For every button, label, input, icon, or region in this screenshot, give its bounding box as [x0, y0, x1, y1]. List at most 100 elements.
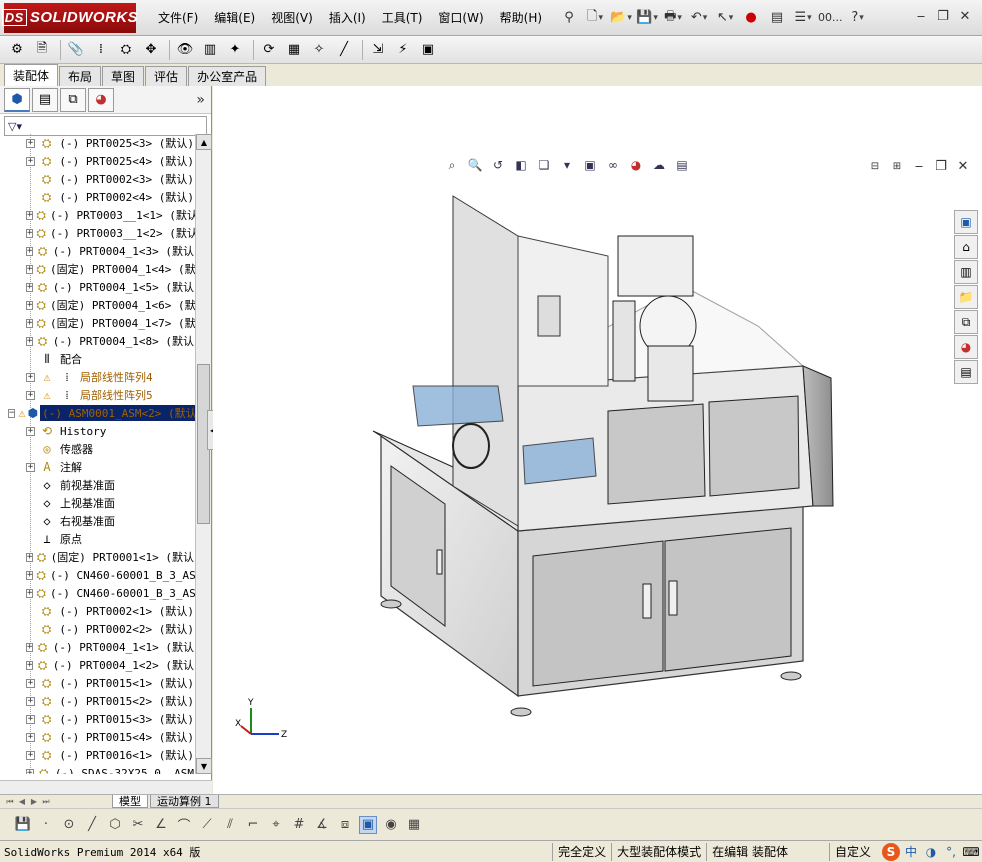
ime-halfwidth-icon[interactable]: ◑: [922, 843, 940, 861]
expand-toggle-icon[interactable]: +: [26, 678, 35, 688]
appearances-icon[interactable]: ◕: [954, 335, 978, 359]
point-icon[interactable]: ·: [37, 816, 55, 834]
tree-node[interactable]: + ⛭ (-) PRT0004_1<3> (默认: [0, 242, 196, 260]
expand-toggle-icon[interactable]: +: [26, 462, 35, 472]
open-folder-icon[interactable]: 📂: [610, 7, 632, 29]
insert-component-icon[interactable]: ⚙: [6, 39, 28, 61]
menu-help[interactable]: 帮助(H): [492, 0, 550, 36]
ime-language-label[interactable]: 中: [902, 843, 920, 861]
menu-insert[interactable]: 插入(I): [321, 0, 374, 36]
tree-node[interactable]: ⛭ (-) PRT0002<1> (默认): [0, 602, 196, 620]
smart-fasteners-icon[interactable]: ⛭: [115, 39, 137, 61]
tree-node[interactable]: + ⛭ (-) PRT0025<3> (默认): [0, 134, 196, 152]
tree-node[interactable]: + ⛭ (-) CN460-60001_B_3_AS: [0, 584, 196, 602]
show-hidden-components-icon[interactable]: 👁: [174, 39, 196, 61]
tree-node[interactable]: ◇ 前视基准面: [0, 476, 196, 494]
table-icon[interactable]: ▦: [405, 816, 423, 834]
custom-properties-icon[interactable]: ▤: [954, 360, 978, 384]
restore-icon[interactable]: ❐: [932, 6, 954, 26]
bill-of-materials-icon[interactable]: ▦: [283, 39, 305, 61]
reference-geometry-icon[interactable]: ✦: [224, 39, 246, 61]
take-snapshot-icon[interactable]: ▣: [417, 39, 439, 61]
tree-node[interactable]: + ⛭ (固定) PRT0004_1<6> (默: [0, 296, 196, 314]
expand-toggle-icon[interactable]: +: [26, 570, 34, 580]
tree-node[interactable]: ◇ 上视基准面: [0, 494, 196, 512]
tree-node[interactable]: ⛭ (-) PRT0002<3> (默认): [0, 170, 196, 188]
expand-toggle-icon[interactable]: +: [26, 768, 34, 774]
tab-office-products[interactable]: 办公室产品: [188, 66, 267, 86]
fillet-icon[interactable]: ⌒: [175, 816, 193, 834]
corner-icon[interactable]: ⌐: [244, 816, 262, 834]
tree-node[interactable]: + ⛭ (固定) PRT0004_1<7> (默: [0, 314, 196, 332]
expand-toggle-icon[interactable]: +: [26, 246, 34, 256]
tab-layout[interactable]: 布局: [59, 66, 102, 86]
tree-node[interactable]: + ⛭ (-) PRT0003__1<2> (默认: [0, 224, 196, 242]
ime-keyboard-icon[interactable]: ⌨: [962, 843, 980, 861]
tree-node[interactable]: + ⛭ (-) PRT0015<4> (默认): [0, 728, 196, 746]
grid-icon[interactable]: #: [290, 816, 308, 834]
tree-node[interactable]: + A 注解: [0, 458, 196, 476]
camera-icon[interactable]: ◉: [382, 816, 400, 834]
tree-node[interactable]: + ⛭ (-) SDAS-32X25_0__ASM: [0, 764, 196, 774]
tree-node[interactable]: + ⛭ (-) PRT0004_1<5> (默认: [0, 278, 196, 296]
expand-toggle-icon[interactable]: +: [26, 138, 35, 148]
explode-line-sketch-icon[interactable]: ╱: [333, 39, 355, 61]
new-document-icon[interactable]: 🗋: [584, 7, 606, 29]
scroll-up-icon[interactable]: ▲: [196, 134, 212, 150]
expand-toggle-icon[interactable]: +: [26, 750, 35, 760]
tree-vertical-scrollbar[interactable]: ▲ ▼: [195, 134, 212, 774]
expand-toggle-icon[interactable]: +: [26, 660, 34, 670]
save-icon[interactable]: 💾: [636, 7, 658, 29]
tree-filter-input[interactable]: ▽▾: [4, 116, 207, 136]
tree-node[interactable]: + ⛭ (-) PRT0015<2> (默认): [0, 692, 196, 710]
ime-punctuation-icon[interactable]: °,: [942, 843, 960, 861]
solidworks-logo[interactable]: DS SOLIDWORKS: [1, 2, 138, 33]
offset-icon[interactable]: ⫽: [221, 816, 239, 834]
shaded-view-icon[interactable]: ▣: [359, 815, 377, 834]
line-icon[interactable]: ╱: [83, 816, 101, 834]
expand-toggle-icon[interactable]: +: [26, 390, 35, 400]
last-tab-arrow-icon[interactable]: ⏭: [40, 796, 52, 808]
tab-evaluate[interactable]: 评估: [145, 66, 188, 86]
tree-node[interactable]: + ⚠ ⁞ 局部线性阵列4: [0, 368, 196, 386]
expand-toggle-icon[interactable]: +: [26, 300, 34, 310]
menu-file[interactable]: 文件(F): [150, 0, 206, 36]
select-cursor-icon[interactable]: ↖: [714, 7, 736, 29]
solidworks-resources-icon[interactable]: ▣: [954, 210, 978, 234]
tree-node[interactable]: + ⚠ ⁞ 局部线性阵列5: [0, 386, 196, 404]
expand-toggle-icon[interactable]: +: [26, 426, 35, 436]
new-motion-study-icon[interactable]: ⟳: [258, 39, 280, 61]
tree-node[interactable]: + ⛭ (-) PRT0025<4> (默认): [0, 152, 196, 170]
move-component-icon[interactable]: ✥: [140, 39, 162, 61]
mate-icon[interactable]: 📎: [65, 39, 87, 61]
expand-toggle-icon[interactable]: +: [26, 210, 34, 220]
configuration-manager-icon[interactable]: ⧉: [60, 87, 86, 112]
status-custom-units[interactable]: 自定义: [828, 842, 876, 861]
expand-toggle-icon[interactable]: +: [26, 642, 34, 652]
tab-sketch[interactable]: 草图: [102, 66, 145, 86]
expand-toggle-icon[interactable]: +: [26, 588, 34, 598]
expand-toggle-icon[interactable]: +: [26, 318, 34, 328]
exploded-view-icon[interactable]: ✧: [308, 39, 330, 61]
home-icon[interactable]: ⌂: [954, 235, 978, 259]
expand-toggle-icon[interactable]: +: [26, 714, 35, 724]
new-part-icon[interactable]: 🗎: [31, 39, 53, 61]
design-library-icon[interactable]: ▥: [954, 260, 978, 284]
tree-node[interactable]: + ⛭ (-) PRT0015<1> (默认): [0, 674, 196, 692]
assembly-features-icon[interactable]: ▥: [199, 39, 221, 61]
feature-manager-tree-icon[interactable]: ⬢: [4, 87, 30, 112]
expand-toggle-icon[interactable]: +: [26, 372, 35, 382]
tree-node[interactable]: + ⛭ (-) PRT0003__1<1> (默认: [0, 206, 196, 224]
dimension-icon[interactable]: ⌖: [267, 816, 285, 834]
sogou-ime-icon[interactable]: S: [882, 842, 900, 861]
file-properties-icon[interactable]: ▤: [766, 7, 788, 29]
print-icon[interactable]: 🖶: [662, 7, 684, 29]
tab-motion-study[interactable]: 运动算例 1: [150, 795, 219, 808]
linear-pattern-icon[interactable]: ⁞: [90, 39, 112, 61]
first-tab-arrow-icon[interactable]: ⏮: [4, 796, 16, 808]
tree-node[interactable]: + ⛭ (固定) PRT0004_1<4> (默: [0, 260, 196, 278]
help-icon[interactable]: ?: [847, 7, 869, 29]
next-tab-arrow-icon[interactable]: ▶: [28, 796, 40, 808]
tree-node[interactable]: + ⛭ (固定) PRT0001<1> (默认: [0, 548, 196, 566]
tree-horizontal-scrollbar[interactable]: [0, 780, 212, 794]
